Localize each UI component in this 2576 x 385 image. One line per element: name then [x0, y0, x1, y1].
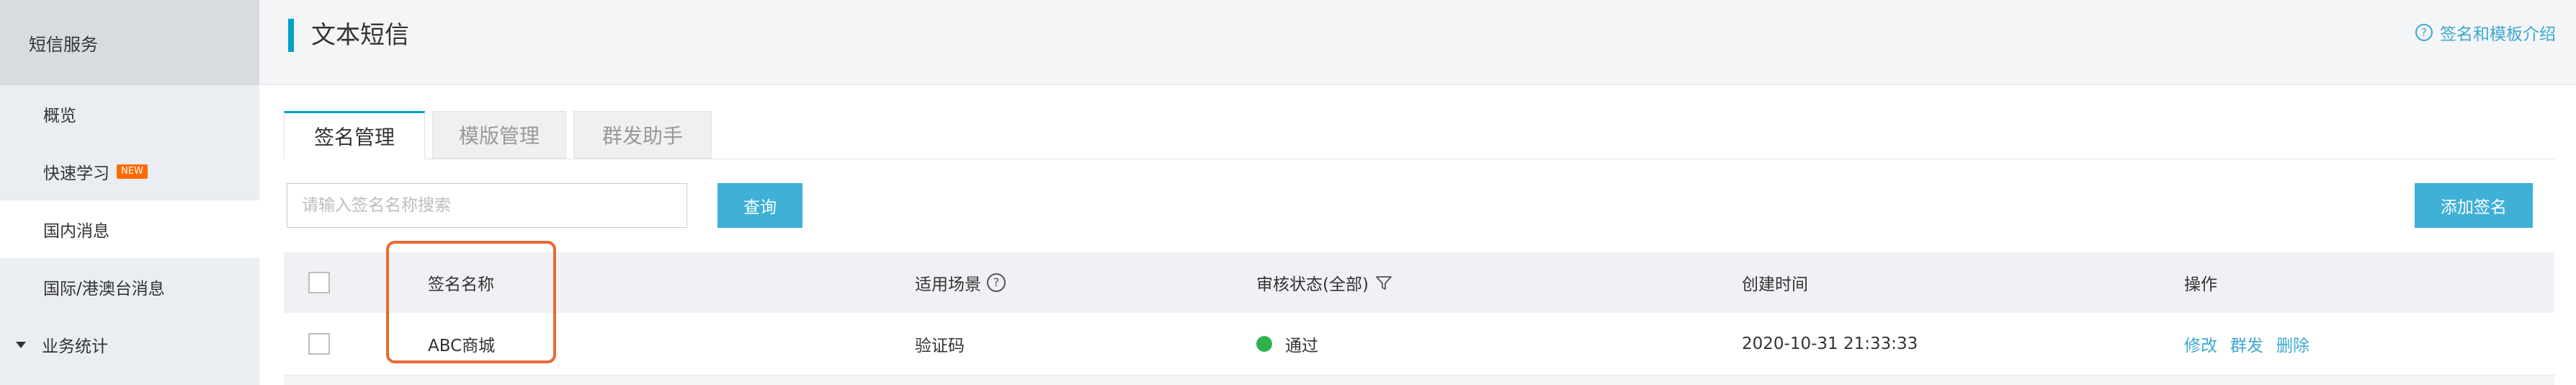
sidebar-item-business-stats[interactable]: 业务统计 [0, 316, 259, 373]
column-header-status-label: 审核状态(全部) [1256, 275, 1369, 294]
sidebar: 短信服务 概览 快速学习 NEW 国内消息 国际/港澳台消息 业务统计 [0, 0, 259, 385]
sidebar-item-label: 概览 [43, 107, 76, 125]
sidebar-menu: 概览 快速学习 NEW 国内消息 国际/港澳台消息 业务统计 [0, 85, 259, 373]
column-header-created: 创建时间 [1742, 275, 1808, 294]
caret-down-icon [16, 341, 26, 348]
app-window: 短信服务 概览 快速学习 NEW 国内消息 国际/港澳台消息 业务统计 文本短信… [0, 0, 2576, 385]
table-bottom-strip [284, 376, 2554, 385]
filter-icon[interactable] [1374, 273, 1393, 292]
question-circle-icon: ? [2415, 24, 2433, 41]
tab-signature-management[interactable]: 签名管理 [284, 111, 425, 159]
query-button[interactable]: 查询 [717, 183, 802, 228]
page-title: 文本短信 [311, 21, 409, 50]
sidebar-title: 短信服务 [0, 0, 259, 85]
help-link-label: 签名和模板介绍 [2440, 25, 2556, 44]
sidebar-item-label: 国际/港澳台消息 [43, 280, 165, 298]
row-checkbox[interactable] [308, 333, 330, 355]
signature-table: 签名名称 适用场景 ? 审核状态(全部) 创建时间 操作 ABC商城 验证码 通… [284, 252, 2554, 376]
edit-link[interactable]: 修改 [2184, 332, 2217, 356]
table-header: 签名名称 适用场景 ? 审核状态(全部) 创建时间 操作 [284, 252, 2554, 313]
new-badge: NEW [117, 164, 148, 179]
sidebar-item-domestic-messages[interactable]: 国内消息 [0, 200, 259, 258]
header-checkbox-cell [308, 252, 330, 313]
tab-template-management[interactable]: 模版管理 [432, 111, 566, 159]
signature-template-help-link[interactable]: ? 签名和模板介绍 [2415, 20, 2556, 45]
sidebar-item-overview[interactable]: 概览 [0, 85, 259, 143]
cell-status: 通过 [1256, 313, 1318, 375]
sidebar-item-international-messages[interactable]: 国际/港澳台消息 [0, 258, 259, 316]
tab-label: 签名管理 [313, 125, 395, 149]
sidebar-item-quick-learn[interactable]: 快速学习 NEW [0, 143, 259, 200]
bulk-send-link[interactable]: 群发 [2230, 332, 2263, 356]
tab-bar: 签名管理 模版管理 群发助手 [284, 111, 2554, 159]
cell-signature-name: ABC商城 [428, 337, 496, 355]
tab-label: 群发助手 [601, 124, 683, 148]
status-dot-icon [1256, 336, 1272, 352]
cell-created-time: 2020-10-31 21:33:33 [1742, 335, 1918, 353]
signature-search-input[interactable] [287, 183, 687, 228]
help-circle-icon[interactable]: ? [987, 273, 1006, 292]
row-checkbox-cell [308, 313, 330, 375]
column-header-scene: 适用场景 ? [915, 252, 1006, 313]
tab-bulk-send-assistant[interactable]: 群发助手 [573, 111, 712, 159]
title-accent-bar [288, 19, 294, 52]
sidebar-item-label: 快速学习 [43, 164, 109, 183]
status-label: 通过 [1285, 337, 1318, 355]
column-header-status: 审核状态(全部) [1256, 252, 1393, 313]
add-signature-button[interactable]: 添加签名 [2415, 183, 2533, 228]
tab-label: 模版管理 [458, 124, 540, 148]
sidebar-item-label: 业务统计 [42, 337, 108, 356]
delete-link[interactable]: 删除 [2276, 332, 2309, 356]
column-header-actions: 操作 [2184, 275, 2217, 294]
table-row: ABC商城 验证码 通过 2020-10-31 21:33:33 修改 群发 删… [284, 313, 2554, 376]
column-header-name: 签名名称 [428, 275, 494, 294]
cell-scene: 验证码 [915, 337, 965, 355]
select-all-checkbox[interactable] [308, 272, 330, 293]
main-content: 文本短信 ? 签名和模板介绍 签名管理 模版管理 群发助手 查询 添加签名 [259, 0, 2576, 385]
column-header-scene-label: 适用场景 [915, 275, 981, 294]
page-header: 文本短信 ? 签名和模板介绍 [259, 0, 2576, 85]
cell-actions: 修改 群发 删除 [2184, 313, 2322, 375]
sidebar-item-label: 国内消息 [43, 222, 109, 241]
